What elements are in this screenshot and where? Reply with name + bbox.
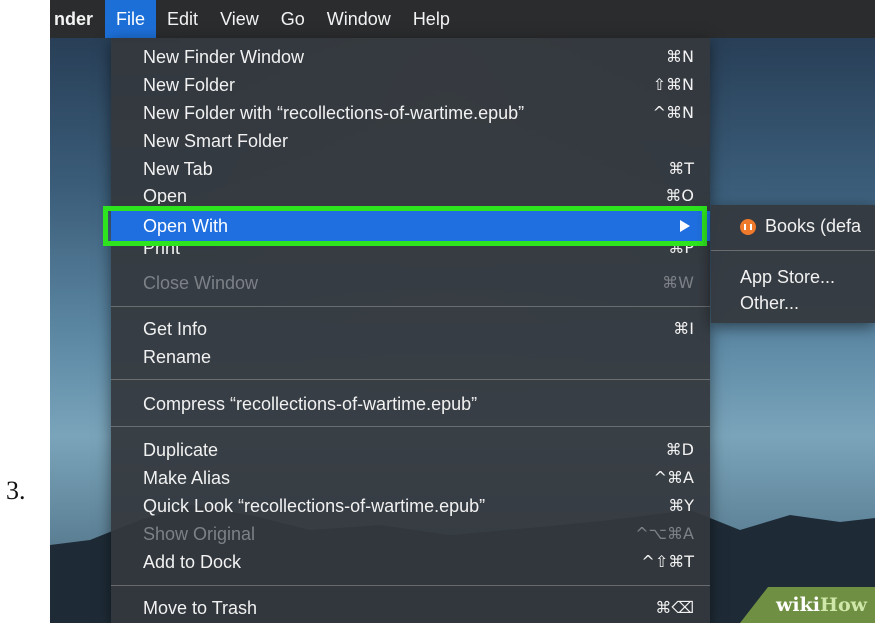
menu-item-shortcut: ⌘Y <box>668 496 694 515</box>
menu-item-label: Get Info <box>143 319 208 339</box>
step-number: 3. <box>6 476 26 505</box>
menubar-file[interactable]: File <box>105 0 157 38</box>
submenu-item-other[interactable]: Other... <box>740 293 799 314</box>
menu-separator <box>111 426 710 427</box>
menu-item-shortcut: ^⌘A <box>653 468 694 487</box>
menu-item-shortcut: ⌘D <box>665 440 694 459</box>
menu-item-label: Quick Look “recollections-of-wartime.epu… <box>143 496 486 516</box>
menu-item-label: Duplicate <box>143 440 219 460</box>
menubar-edit[interactable]: Edit <box>156 0 209 38</box>
watermark-wiki: wiki <box>776 594 821 616</box>
menu-item-duplicate[interactable]: Duplicate ⌘D <box>111 438 710 464</box>
menu-item-get-info[interactable]: Get Info ⌘I <box>111 317 710 343</box>
menu-item-print[interactable]: Print ⌘P <box>111 246 710 264</box>
menu-item-label: Move to Trash <box>143 598 258 618</box>
menubar-go[interactable]: Go <box>270 0 316 38</box>
menubar-window[interactable]: Window <box>316 0 402 38</box>
menu-item-new-folder[interactable]: New Folder ⇧⌘N <box>111 73 710 99</box>
menu-item-shortcut: ^⇧⌘T <box>641 552 694 571</box>
menu-separator <box>111 306 710 307</box>
menu-item-add-to-dock[interactable]: Add to Dock ^⇧⌘T <box>111 550 710 576</box>
menu-item-new-folder-with-selection[interactable]: New Folder with “recollections-of-wartim… <box>111 101 710 127</box>
menu-item-new-finder-window[interactable]: New Finder Window ⌘N <box>111 45 710 71</box>
menu-item-shortcut: ^⌥⌘A <box>635 524 694 543</box>
menu-bar: nder File Edit View Go Window Help <box>50 0 875 38</box>
menu-item-label: New Folder with “recollections-of-wartim… <box>143 103 525 123</box>
menubar-view[interactable]: View <box>209 0 270 38</box>
menu-item-new-tab[interactable]: New Tab ⌘T <box>111 157 710 183</box>
menu-item-shortcut: ⌘O <box>665 186 694 204</box>
menu-item-compress[interactable]: Compress “recollections-of-wartime.epub” <box>111 392 710 418</box>
menu-item-make-alias[interactable]: Make Alias ^⌘A <box>111 466 710 492</box>
menu-item-new-smart-folder[interactable]: New Smart Folder <box>111 129 710 155</box>
menubar-help[interactable]: Help <box>402 0 461 38</box>
menu-item-shortcut: ⌘P <box>668 246 694 257</box>
menu-item-label: Add to Dock <box>143 552 242 572</box>
submenu-item-books[interactable]: Books (defa <box>765 216 861 237</box>
menu-item-shortcut: ⌘W <box>662 273 694 292</box>
menu-separator <box>111 585 710 586</box>
file-menu: New Finder Window ⌘N New Folder ⇧⌘N New … <box>111 38 710 623</box>
menu-item-label: Open <box>143 186 188 204</box>
menu-item-label: Show Original <box>143 524 256 544</box>
menu-item-label: New Finder Window <box>143 47 305 67</box>
menu-item-label: New Tab <box>143 159 213 179</box>
menubar-app-finder[interactable]: nder <box>50 0 105 38</box>
open-with-highlight-box <box>103 206 707 246</box>
menu-item-shortcut: ⌘T <box>668 159 694 178</box>
books-app-icon <box>740 219 756 235</box>
menu-item-label: Close Window <box>143 273 259 293</box>
menu-separator <box>111 379 710 380</box>
menu-item-label: Print <box>143 246 181 258</box>
submenu-item-app-store[interactable]: App Store... <box>740 267 835 288</box>
menu-item-shortcut: ⌘I <box>673 319 694 338</box>
menu-item-label: Rename <box>143 347 212 367</box>
menu-item-shortcut: ⇧⌘N <box>652 75 694 94</box>
menu-separator <box>711 250 875 251</box>
menu-item-rename[interactable]: Rename <box>111 345 710 371</box>
menu-item-label: New Folder <box>143 75 236 95</box>
menu-item-label: Compress “recollections-of-wartime.epub” <box>143 394 478 414</box>
desktop-screenshot: nder File Edit View Go Window Help New F… <box>50 0 875 623</box>
menu-item-shortcut: ⌘N <box>666 47 694 66</box>
menu-item-label: New Smart Folder <box>143 131 289 151</box>
menu-item-shortcut: ⌘⌫ <box>655 598 694 617</box>
menu-item-label: Make Alias <box>143 468 231 488</box>
menu-item-move-to-trash[interactable]: Move to Trash ⌘⌫ <box>111 596 710 622</box>
open-with-submenu: Books (defa App Store... Other... <box>711 205 875 323</box>
watermark-how: How <box>820 594 867 616</box>
menu-item-show-original: Show Original ^⌥⌘A <box>111 522 710 548</box>
menu-item-shortcut: ^⌘N <box>652 103 694 122</box>
menu-item-open[interactable]: Open ⌘O <box>111 184 710 204</box>
menu-item-close-window: Close Window ⌘W <box>111 271 710 297</box>
menu-item-quick-look[interactable]: Quick Look “recollections-of-wartime.epu… <box>111 494 710 520</box>
